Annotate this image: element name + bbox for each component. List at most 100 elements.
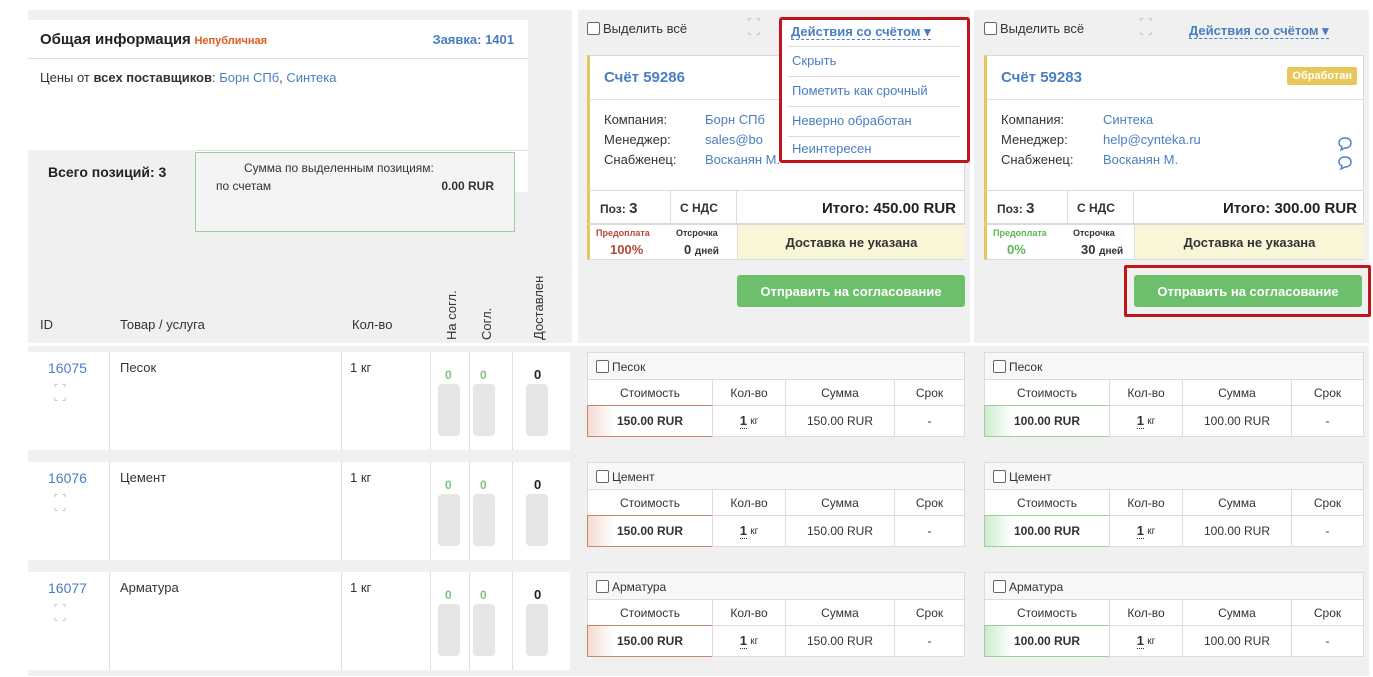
request-link[interactable]: Заявка: 1401 xyxy=(432,32,514,47)
col-sum-header: Сумма xyxy=(1182,489,1292,516)
total-value: 3 xyxy=(158,164,167,180)
delay-value: 0 xyxy=(684,242,692,257)
item-cost[interactable]: 100.00 RUR xyxy=(984,515,1110,547)
checkbox[interactable] xyxy=(596,470,609,483)
invoice-item-block: Цемент Стоимость Кол-во Сумма Срок 100.0… xyxy=(984,462,1364,560)
item-cost[interactable]: 150.00 RUR xyxy=(587,515,713,547)
divider xyxy=(512,462,513,560)
divider xyxy=(469,572,470,670)
col-on-approval-header: На согл. xyxy=(444,290,459,340)
col-approved-header: Согл. xyxy=(479,307,494,340)
item-qty[interactable]: 1 xyxy=(1136,523,1144,539)
item-qty[interactable]: 1 xyxy=(739,633,747,649)
approved-count: 0 xyxy=(480,368,487,382)
dropdown-item-mark-urgent[interactable]: Пометить как срочный xyxy=(782,83,967,98)
divider xyxy=(1067,191,1068,223)
expand-icon[interactable]: ⌜⌝ ⌞⌟ xyxy=(52,604,72,624)
select-all-1[interactable]: Выделить всё xyxy=(587,21,687,36)
prices-bold: всех поставщиков xyxy=(93,70,212,85)
approved-bar xyxy=(473,384,495,436)
col-cost-header: Стоимость xyxy=(587,599,713,626)
row-qty: 1 кг xyxy=(350,580,372,595)
item-qty[interactable]: 1 xyxy=(1136,413,1144,429)
send-for-approval-button-2[interactable]: Отправить на согласование xyxy=(1134,275,1362,307)
col-qty-header: Кол-во xyxy=(712,489,786,516)
manager-email-link[interactable]: sales@bo xyxy=(705,130,780,150)
divider xyxy=(788,106,960,107)
delay-unit: дней xyxy=(1099,246,1124,257)
prepay-value: 0% xyxy=(1007,242,1026,257)
expand-icon[interactable]: ⌜⌝ ⌞⌟ xyxy=(52,384,72,404)
item-qty-cell: 1 кг xyxy=(1109,515,1183,547)
checkbox[interactable] xyxy=(993,470,1006,483)
table-row: 16076 ⌜⌝ ⌞⌟ Цемент 1 кг 0 0 0 xyxy=(28,462,570,560)
buyer-link[interactable]: Восканян М. xyxy=(1103,150,1201,170)
pos-value: 3 xyxy=(1026,200,1035,217)
divider xyxy=(512,572,513,670)
item-name: Песок xyxy=(612,360,646,374)
buyer-link[interactable]: Восканян М. xyxy=(705,150,780,170)
invoice-actions-2[interactable]: Действия со счётом ▾ xyxy=(1189,23,1329,39)
item-cost[interactable]: 150.00 RUR xyxy=(587,625,713,657)
send-for-approval-button-1[interactable]: Отправить на согласование xyxy=(737,275,965,307)
invoice-total: Итого: 450.00 RUR xyxy=(821,200,956,217)
item-qty[interactable]: 1 xyxy=(739,413,747,429)
checkbox[interactable] xyxy=(984,22,997,35)
prepay-label: Предоплата xyxy=(596,228,650,238)
col-cost-header: Стоимость xyxy=(984,599,1110,626)
checkbox[interactable] xyxy=(587,22,600,35)
col-delivered-header: Доставлен xyxy=(531,275,546,340)
supplier-link-born[interactable]: Борн СПб xyxy=(219,70,279,85)
item-cost[interactable]: 100.00 RUR xyxy=(984,405,1110,437)
checkbox[interactable] xyxy=(596,580,609,593)
divider xyxy=(1133,191,1134,223)
supplier-link-cynteka[interactable]: Синтека xyxy=(286,70,336,85)
item-header: Песок xyxy=(984,352,1364,380)
comment-icon[interactable] xyxy=(1337,155,1353,171)
invoice-terms-1: Предоплата 100% Отсрочка 0 дней Доставка… xyxy=(587,224,965,260)
col-qty-header: Кол-во xyxy=(712,379,786,406)
divider xyxy=(341,572,342,670)
company-link[interactable]: Борн СПб xyxy=(705,110,780,130)
item-cost[interactable]: 150.00 RUR xyxy=(587,405,713,437)
item-name: Песок xyxy=(1009,360,1043,374)
dropdown-item-wrongly-processed[interactable]: Неверно обработан xyxy=(782,113,967,128)
item-qty[interactable]: 1 xyxy=(1136,633,1144,649)
company-label: Компания: xyxy=(1001,112,1065,127)
public-badge: Непубличная xyxy=(194,35,268,47)
row-id-link[interactable]: 16076 xyxy=(48,470,87,486)
invoice-card-2: Счёт 59283 Обработан Компания: Менеджер:… xyxy=(984,55,1365,193)
manager-label: Менеджер: xyxy=(1001,132,1068,147)
checkbox[interactable] xyxy=(993,360,1006,373)
suppliers-line: Цены от всех поставщиков: Борн СПб, Синт… xyxy=(40,70,336,85)
row-qty: 1 кг xyxy=(350,470,372,485)
item-name: Арматура xyxy=(1009,580,1064,594)
row-id-link[interactable]: 16077 xyxy=(48,580,87,596)
checkbox[interactable] xyxy=(993,580,1006,593)
total-positions-box: Всего позиций: 3 xyxy=(28,150,196,192)
divider xyxy=(512,352,513,450)
checkbox[interactable] xyxy=(596,360,609,373)
col-sum-header: Сумма xyxy=(785,599,895,626)
item-qty[interactable]: 1 xyxy=(739,523,747,539)
delay-label: Отсрочка xyxy=(676,228,718,238)
divider xyxy=(109,352,110,450)
row-id-link[interactable]: 16075 xyxy=(48,360,87,376)
invoice-title[interactable]: Счёт 59286 xyxy=(604,69,685,86)
divider xyxy=(736,191,737,223)
invoice-title[interactable]: Счёт 59283 xyxy=(1001,69,1082,86)
expand-icon[interactable]: ⌜⌝ ⌞⌟ xyxy=(1138,18,1158,38)
dropdown-header[interactable]: Действия со счётом ▾ xyxy=(791,24,931,40)
item-cost[interactable]: 100.00 RUR xyxy=(984,625,1110,657)
invoice-detail-values: Синтека help@cynteka.ru Восканян М. xyxy=(1103,110,1201,170)
expand-icon[interactable]: ⌜⌝ ⌞⌟ xyxy=(746,18,766,38)
invoice-item-block: Цемент Стоимость Кол-во Сумма Срок 150.0… xyxy=(587,462,965,560)
dropdown-item-not-interested[interactable]: Неинтересен xyxy=(782,141,967,156)
company-link[interactable]: Синтека xyxy=(1103,110,1201,130)
select-all-2[interactable]: Выделить всё xyxy=(984,21,1084,36)
dropdown-item-hide[interactable]: Скрыть xyxy=(782,53,967,68)
expand-icon[interactable]: ⌜⌝ ⌞⌟ xyxy=(52,494,72,514)
col-sum-header: Сумма xyxy=(785,489,895,516)
comment-icon[interactable] xyxy=(1337,136,1353,152)
manager-email-link[interactable]: help@cynteka.ru xyxy=(1103,130,1201,150)
